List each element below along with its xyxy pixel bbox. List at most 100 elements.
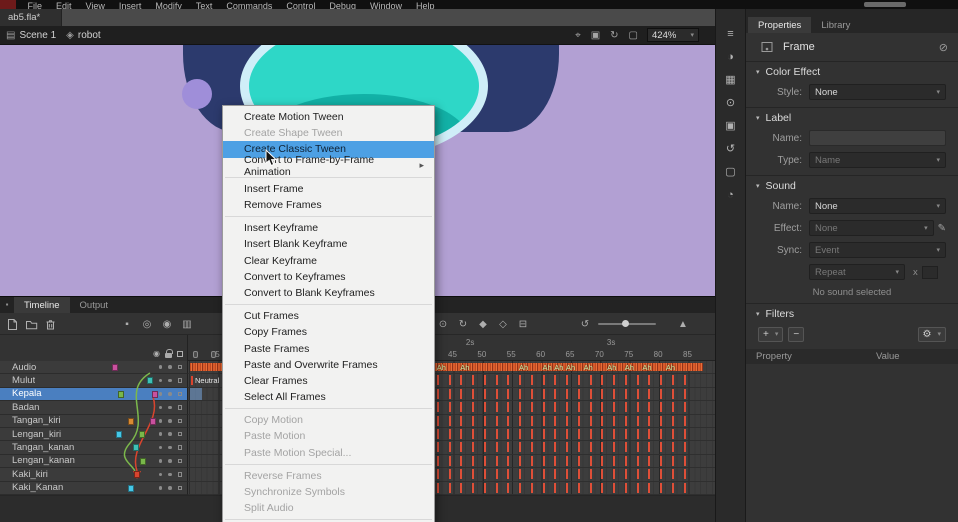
lock-dot[interactable] — [168, 379, 172, 383]
section-label[interactable]: ▾ Label — [746, 108, 958, 127]
workspace-control[interactable] — [864, 2, 906, 7]
outline-swatch[interactable] — [178, 472, 183, 477]
layer-name-cell[interactable]: Lengan_kanan — [0, 455, 188, 468]
context-menu-item[interactable]: Convert to Keyframes — [223, 269, 434, 285]
layer-name-cell[interactable]: Tangan_kiri — [0, 415, 188, 428]
help-icon[interactable]: ⊘ — [939, 41, 948, 54]
loop-playback-icon[interactable]: ↻ — [456, 319, 470, 330]
menu-view[interactable]: View — [78, 0, 111, 9]
motion-presets-panel-icon[interactable]: ◔ — [722, 188, 740, 203]
tab-timeline[interactable]: Timeline — [14, 297, 70, 313]
fit-frames-in-view-icon[interactable]: ▲ — [676, 319, 690, 330]
color-panel-icon[interactable]: ◑ — [722, 50, 740, 65]
context-menu-item[interactable]: Insert Keyframe — [223, 220, 434, 236]
context-menu-item[interactable]: Cut Frames — [223, 308, 434, 324]
layer-name-cell[interactable]: Badan — [0, 401, 188, 414]
label-name-input[interactable] — [809, 130, 946, 146]
context-menu-item[interactable]: Remove Frames — [223, 197, 434, 213]
components-panel-icon[interactable]: ▢ — [722, 165, 740, 180]
timeline-zoom-slider[interactable] — [598, 323, 656, 325]
label-type-dropdown[interactable]: Name ▾ — [809, 152, 946, 168]
outline-swatch[interactable] — [178, 392, 183, 397]
lock-dot[interactable] — [168, 459, 172, 463]
lock-dot[interactable] — [168, 446, 172, 450]
section-color-effect[interactable]: ▾ Color Effect — [746, 62, 958, 81]
insert-blank-keyframe-icon[interactable]: ◇ — [496, 319, 510, 330]
context-menu-item[interactable]: Reverse Frames — [223, 468, 434, 484]
lock-dot[interactable] — [168, 365, 172, 369]
rotation-icon[interactable]: ↻ — [610, 30, 618, 41]
layer-name-cell[interactable]: Audio — [0, 361, 188, 374]
onion-skin-start-marker[interactable] — [193, 351, 198, 358]
add-filter-button[interactable]: + ▾ — [758, 327, 783, 342]
lock-dot[interactable] — [168, 406, 172, 410]
lock-dot[interactable] — [168, 419, 172, 423]
layer-name-cell[interactable]: Tangan_kanan — [0, 441, 188, 454]
sound-sync-dropdown[interactable]: Event ▾ — [809, 242, 946, 258]
clip-content-icon[interactable]: ▣ — [591, 30, 600, 41]
outline-swatch[interactable] — [178, 432, 183, 437]
visibility-dot[interactable] — [159, 432, 163, 436]
visibility-dot[interactable] — [159, 473, 163, 477]
zoom-control[interactable]: 424% ▾ — [647, 28, 699, 42]
menu-edit[interactable]: Edit — [49, 0, 79, 9]
outline-all-layers-icon[interactable] — [177, 351, 183, 357]
context-menu-item[interactable]: Insert Frame — [223, 181, 434, 197]
context-menu-item[interactable]: Clear Frames — [223, 373, 434, 389]
context-menu-item[interactable]: Copy Motion — [223, 412, 434, 428]
section-filters[interactable]: ▾ Filters — [746, 304, 958, 323]
lock-dot[interactable] — [168, 473, 172, 477]
info-panel-icon[interactable]: ⊙ — [722, 96, 740, 111]
remove-filter-button[interactable]: − — [788, 327, 804, 342]
context-menu-item[interactable]: Select All Frames — [223, 389, 434, 405]
sound-repeat-dropdown[interactable]: Repeat ▾ — [809, 264, 905, 280]
lock-dot[interactable] — [168, 486, 172, 490]
fit-to-window-icon[interactable]: ▢ — [629, 30, 638, 41]
show-hide-all-layers-icon[interactable]: ◉ — [153, 350, 160, 358]
sound-name-dropdown[interactable]: None ▾ — [809, 198, 946, 214]
timeline-zoom-slider-knob[interactable] — [622, 320, 629, 327]
breadcrumb-scene[interactable]: Scene 1 — [19, 30, 56, 41]
outline-swatch[interactable] — [178, 486, 183, 491]
menu-modify[interactable]: Modify — [148, 0, 189, 9]
menu-text[interactable]: Text — [189, 0, 220, 9]
layer-name-cell[interactable]: Kepala — [0, 388, 188, 401]
menu-debug[interactable]: Debug — [322, 0, 363, 9]
visibility-dot[interactable] — [159, 406, 163, 410]
context-menu-item[interactable]: Convert to Frame-by-Frame Animation▸ — [223, 158, 434, 174]
style-dropdown[interactable]: None ▾ — [809, 84, 946, 100]
context-menu-item[interactable]: Convert to Blank Keyframes — [223, 285, 434, 301]
new-lay er-button[interactable] — [6, 318, 19, 331]
history-panel-icon[interactable]: ↺ — [722, 142, 740, 157]
visibility-dot[interactable] — [159, 379, 163, 383]
section-sound[interactable]: ▾ Sound — [746, 176, 958, 195]
outline-swatch[interactable] — [178, 378, 183, 383]
reset-timeline-zoom-icon[interactable]: ↺ — [578, 319, 592, 330]
outline-swatch[interactable] — [178, 419, 183, 424]
tab-properties[interactable]: Properties — [748, 17, 811, 33]
outline-swatch[interactable] — [178, 405, 183, 410]
menu-commands[interactable]: Commands — [219, 0, 279, 9]
filter-options-button[interactable]: ⚙ ▾ — [918, 327, 946, 342]
tab-library[interactable]: Library — [811, 17, 860, 33]
repeat-count-stepper[interactable] — [922, 266, 938, 279]
context-menu-item[interactable]: Create Motion Tween — [223, 109, 434, 125]
align-panel-icon[interactable]: ≡ — [722, 27, 740, 42]
visibility-dot[interactable] — [159, 365, 163, 369]
visibility-dot[interactable] — [159, 446, 163, 450]
context-menu-item[interactable]: Split Audio — [223, 500, 434, 516]
lock-dot[interactable] — [168, 432, 172, 436]
visibility-dot[interactable] — [159, 392, 163, 396]
context-menu-item[interactable]: Paste Frames — [223, 340, 434, 356]
remove-frames-icon[interactable]: ⊟ — [516, 319, 530, 330]
menu-help[interactable]: Help — [409, 0, 442, 9]
outline-swatch[interactable] — [178, 459, 183, 464]
menu-file[interactable]: File — [20, 0, 49, 9]
edit-sound-effect-icon[interactable]: ✎ — [938, 223, 946, 234]
new-folder-button[interactable] — [25, 318, 38, 331]
sound-effect-dropdown[interactable]: None ▾ — [809, 220, 934, 236]
context-menu-item[interactable]: Paste Motion — [223, 428, 434, 444]
center-playhead-icon[interactable]: ⊙ — [436, 319, 450, 330]
outline-swatch[interactable] — [178, 445, 183, 450]
context-menu-item[interactable]: Clear Keyframe — [223, 253, 434, 269]
